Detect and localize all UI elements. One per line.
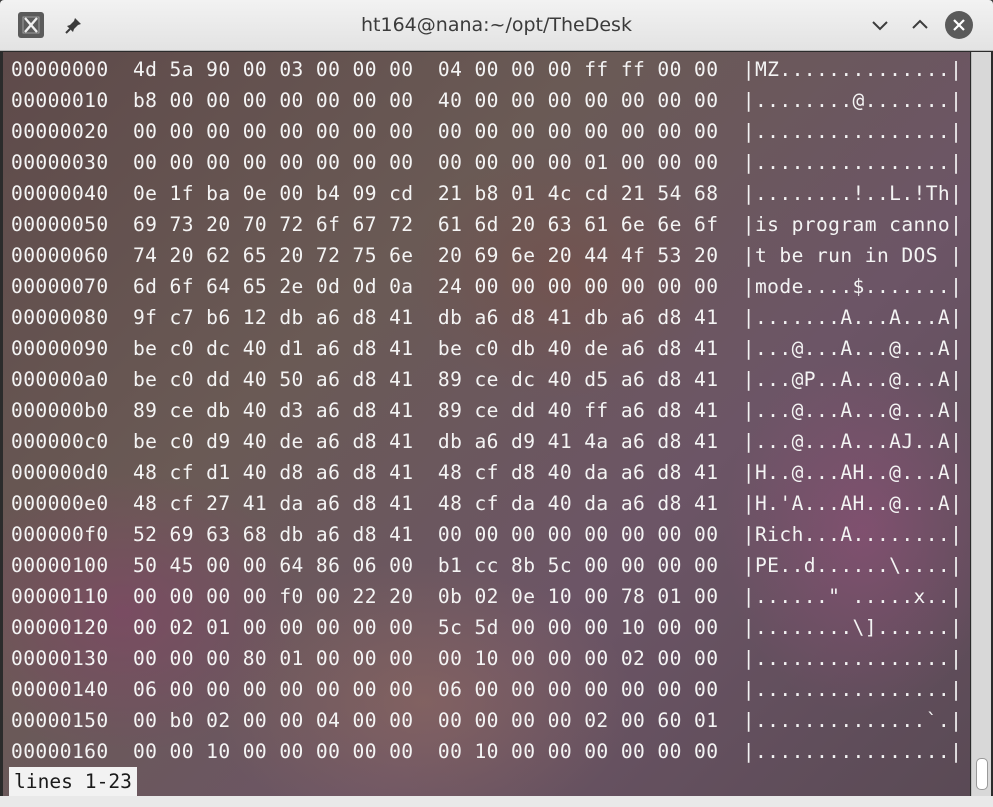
hexdump-line: 000000d0 48 cf d1 40 d8 a6 d8 41 48 cf d… <box>11 461 963 484</box>
hexdump-line: 00000140 06 00 00 00 00 00 00 00 06 00 0… <box>11 678 963 701</box>
terminal-scrollbar[interactable] <box>971 52 991 796</box>
close-button[interactable] <box>945 11 973 39</box>
window-title: ht164@nana:~/opt/TheDesk <box>361 14 632 36</box>
pager-status-line: lines 1-23 <box>9 767 137 796</box>
hexdump-line: 00000130 00 00 00 80 01 00 00 00 00 10 0… <box>11 647 963 670</box>
minimize-button[interactable] <box>866 11 894 39</box>
hexdump-line: 000000b0 89 ce db 40 d3 a6 d8 41 89 ce d… <box>11 399 963 422</box>
terminal-app-icon[interactable] <box>18 12 44 38</box>
hexdump-line: 00000080 9f c7 b6 12 db a6 d8 41 db a6 d… <box>11 306 963 329</box>
terminal-window: ht164@nana:~/opt/TheDesk 00000000 4d 5a … <box>0 0 993 807</box>
hexdump-line: 00000150 00 b0 02 00 00 04 00 00 00 00 0… <box>11 709 963 732</box>
hexdump-line: 00000120 00 02 01 00 00 00 00 00 5c 5d 0… <box>11 616 963 639</box>
hexdump-line: 00000060 74 20 62 65 20 72 75 6e 20 69 6… <box>11 244 963 267</box>
chevron-up-icon <box>912 19 928 29</box>
hexdump-line: 00000000 4d 5a 90 00 03 00 00 00 04 00 0… <box>11 58 963 81</box>
scrollbar-thumb[interactable] <box>976 758 988 790</box>
hexdump-line: 00000040 0e 1f ba 0e 00 b4 09 cd 21 b8 0… <box>11 182 963 205</box>
hexdump-line: 00000050 69 73 20 70 72 6f 67 72 61 6d 2… <box>11 213 963 236</box>
terminal-output[interactable]: 00000000 4d 5a 90 00 03 00 00 00 04 00 0… <box>3 52 970 796</box>
hexdump-line: 00000020 00 00 00 00 00 00 00 00 00 00 0… <box>11 120 963 143</box>
window-bottom-border <box>0 796 993 807</box>
hexdump-line: 00000090 be c0 dc 40 d1 a6 d8 41 be c0 d… <box>11 337 963 360</box>
hexdump-line: 000000c0 be c0 d9 40 de a6 d8 41 db a6 d… <box>11 430 963 453</box>
hexdump-line: 00000030 00 00 00 00 00 00 00 00 00 00 0… <box>11 151 963 174</box>
close-icon <box>953 19 965 31</box>
hexdump-line: 00000010 b8 00 00 00 00 00 00 00 40 00 0… <box>11 89 963 112</box>
hexdump-line: 000000a0 be c0 dd 40 50 a6 d8 41 89 ce d… <box>11 368 963 391</box>
hexdump-line: 000000e0 48 cf 27 41 da a6 d8 41 48 cf d… <box>11 492 963 515</box>
hexdump-line: 000000f0 52 69 63 68 db a6 d8 41 00 00 0… <box>11 523 963 546</box>
title-bar[interactable]: ht164@nana:~/opt/TheDesk <box>0 0 993 51</box>
hexdump-line: 00000100 50 45 00 00 64 86 06 00 b1 cc 8… <box>11 554 963 577</box>
chevron-down-icon <box>872 21 888 31</box>
hexdump-line: 00000070 6d 6f 64 65 2e 0d 0d 0a 24 00 0… <box>11 275 963 298</box>
hexdump-line: 00000160 00 00 10 00 00 00 00 00 00 10 0… <box>11 740 963 763</box>
pin-icon[interactable] <box>60 11 88 39</box>
hexdump-line: 00000110 00 00 00 00 f0 00 22 20 0b 02 0… <box>11 585 963 608</box>
maximize-button[interactable] <box>906 11 934 39</box>
